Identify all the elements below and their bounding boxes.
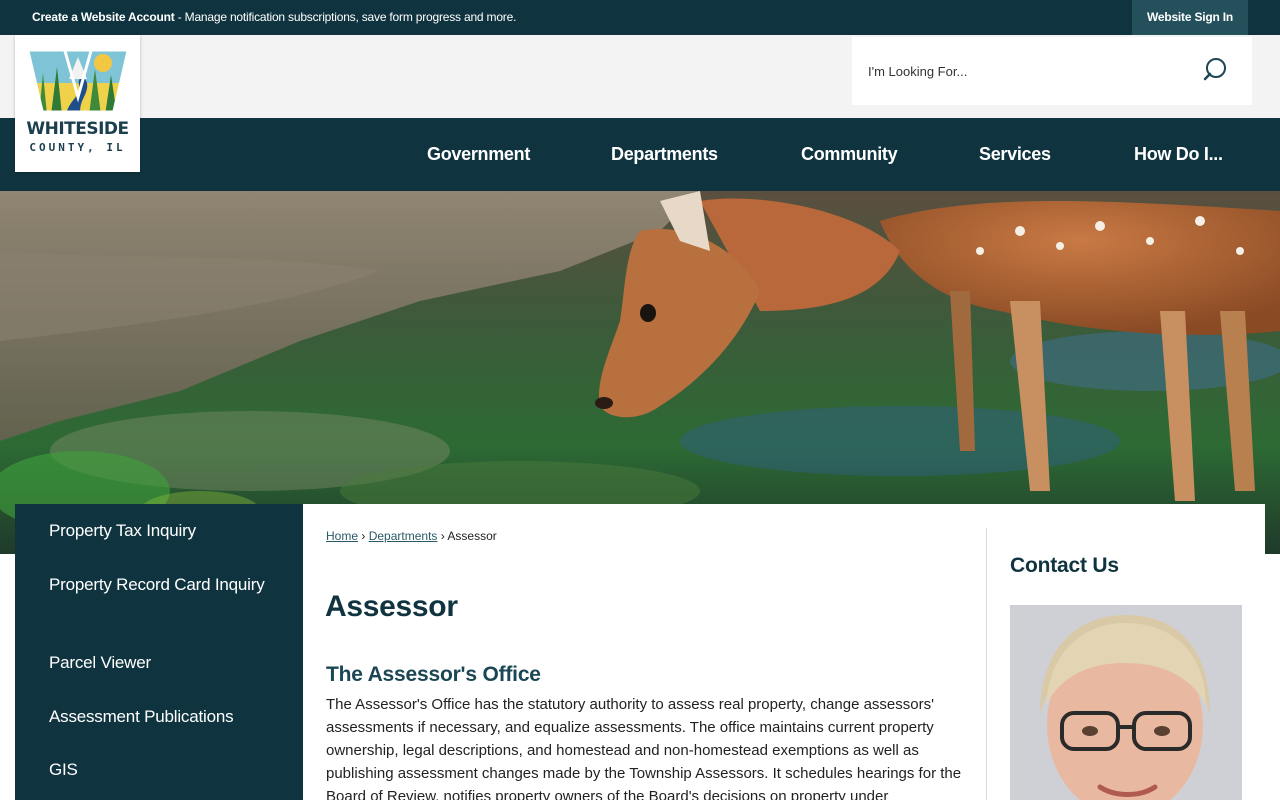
create-account-link[interactable]: Create a Website Account: [32, 10, 175, 24]
account-promo-text: - Manage notification subscriptions, sav…: [174, 10, 517, 24]
nav-item-how-do-i[interactable]: How Do I...: [1134, 144, 1223, 165]
main-content: Home › Departments › Assessor Assessor T…: [303, 504, 1265, 800]
sidebar-item-gis[interactable]: GIS: [49, 757, 279, 782]
breadcrumb-separator: ›: [361, 529, 366, 543]
section-title: The Assessor's Office: [326, 663, 541, 686]
page-title: Assessor: [325, 590, 458, 623]
search-input[interactable]: [868, 59, 1188, 83]
sidebar-item-assessment-publications[interactable]: Assessment Publications: [49, 704, 279, 729]
search-box: [852, 37, 1252, 105]
breadcrumb-current: Assessor: [447, 529, 497, 543]
breadcrumb-separator: ›: [440, 529, 445, 543]
logo-wordmark: WHITESIDE: [26, 119, 129, 139]
website-sign-in-button[interactable]: Website Sign In: [1132, 0, 1248, 35]
sidebar-quick-links: Property Tax Inquiry Property Record Car…: [15, 504, 303, 800]
main-navigation: Government Departments Community Service…: [0, 118, 1280, 191]
nav-item-departments[interactable]: Departments: [611, 144, 718, 165]
hero-image: [0, 191, 1280, 554]
contact-photo: [1010, 605, 1242, 800]
sidebar-item-parcel-viewer[interactable]: Parcel Viewer: [49, 650, 279, 675]
nav-item-community[interactable]: Community: [801, 144, 898, 165]
nav-item-services[interactable]: Services: [979, 144, 1051, 165]
nav-item-government[interactable]: Government: [427, 144, 530, 165]
logo-subtitle: COUNTY, IL: [29, 141, 126, 154]
breadcrumb: Home › Departments › Assessor: [326, 529, 497, 543]
section-body-text: The Assessor's Office has the statutory …: [326, 696, 962, 800]
county-logo[interactable]: WHITESIDE COUNTY, IL: [15, 35, 140, 172]
column-divider: [986, 528, 987, 800]
sidebar-item-property-record-card-inquiry[interactable]: Property Record Card Inquiry: [49, 572, 279, 597]
contact-us-heading: Contact Us: [1010, 554, 1119, 577]
breadcrumb-home[interactable]: Home: [326, 529, 358, 543]
search-icon[interactable]: [1202, 55, 1232, 85]
top-utility-bar: Create a Website Account - Manage notifi…: [0, 0, 1280, 35]
sidebar-item-property-tax-inquiry[interactable]: Property Tax Inquiry: [49, 518, 279, 543]
account-promo: Create a Website Account - Manage notifi…: [32, 10, 516, 24]
county-emblem-icon: [29, 50, 127, 112]
breadcrumb-departments[interactable]: Departments: [369, 529, 438, 543]
